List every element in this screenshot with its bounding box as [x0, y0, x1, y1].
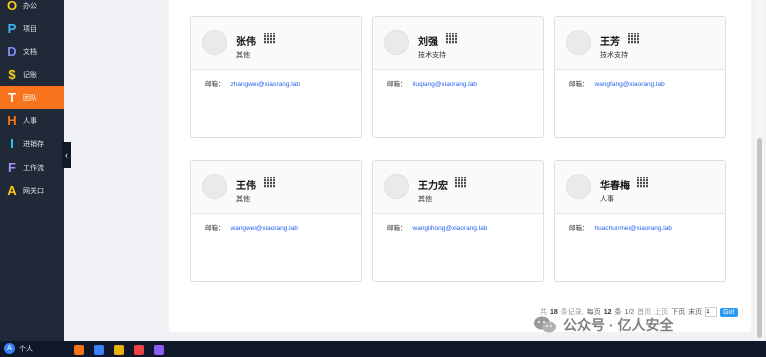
taskbar-app-icon[interactable] [134, 345, 144, 355]
contact-name: 王伟 [236, 181, 256, 192]
sidebar-item-label: 项目 [23, 25, 37, 33]
email-link[interactable]: liuqiang@xiaorang.lab [413, 81, 477, 88]
email-row: 邮箱： huachunmei@xiaorang.lab [569, 222, 672, 232]
taskbar-app-icon[interactable] [154, 345, 164, 355]
scrollbar-thumb[interactable] [757, 138, 762, 338]
sidebar-item-document[interactable]: D 文档 [0, 40, 64, 63]
user-label: 个人 [19, 345, 33, 353]
sidebar-item-project[interactable]: P 项目 [0, 17, 64, 40]
office-icon: O [6, 0, 18, 13]
contact-card[interactable]: 王力宏 其他 邮箱： wanglihong@xiaorang.lab [372, 160, 544, 282]
avatar [566, 174, 591, 199]
go-button[interactable]: Go! [720, 307, 738, 317]
contact-card[interactable]: 刘强 技术支持 邮箱： liuqiang@xiaorang.lab [372, 16, 544, 138]
workflow-icon: F [8, 160, 16, 175]
user-menu[interactable]: A 个人 [4, 343, 33, 354]
email-row: 邮箱： wanglihong@xiaorang.lab [387, 222, 487, 232]
email-label: 邮箱： [205, 225, 225, 232]
contact-card[interactable]: 华春梅 人事 邮箱： huachunmei@xiaorang.lab [554, 160, 726, 282]
contact-card[interactable]: 王芳 技术支持 邮箱： wangfang@xiaorang.lab [554, 16, 726, 138]
contact-department: 技术支持 [600, 52, 628, 59]
taskbar-app-icon[interactable] [74, 345, 84, 355]
qr-code-icon[interactable] [628, 33, 639, 44]
contact-card[interactable]: 张伟 其他 邮箱： zhangwei@xiaorang.lab [190, 16, 362, 138]
sidebar-item-label: 工作流 [23, 164, 44, 172]
email-link[interactable]: wangwei@xiaorang.lab [231, 225, 298, 232]
wechat-icon [533, 315, 557, 335]
avatar [202, 30, 227, 55]
email-link[interactable]: wangfang@xiaorang.lab [595, 81, 665, 88]
sidebar-item-accounting[interactable]: $ 记账 [0, 63, 64, 86]
hr-icon: H [7, 113, 17, 128]
email-link[interactable]: huachunmei@xiaorang.lab [595, 225, 672, 232]
watermark-text: 公众号 · 亿人安全 [563, 317, 674, 333]
email-label: 邮箱： [387, 225, 407, 232]
sidebar-item-team[interactable]: T 团队 [0, 86, 64, 109]
project-icon: P [7, 21, 17, 36]
avatar [384, 174, 409, 199]
sidebar-item-office[interactable]: O 办公 [0, 0, 64, 17]
sidebar-item-label: 办公 [23, 2, 37, 10]
document-icon: D [7, 44, 17, 59]
email-row: 邮箱： liuqiang@xiaorang.lab [387, 78, 477, 88]
sidebar-item-hr[interactable]: H 人事 [0, 109, 64, 132]
sidebar-item-inventory[interactable]: I 进销存 [0, 132, 64, 155]
email-row: 邮箱： wangfang@xiaorang.lab [569, 78, 665, 88]
gateway-icon: A [7, 183, 17, 198]
sidebar-item-label: 人事 [23, 117, 37, 125]
accounting-icon: $ [8, 67, 16, 82]
contact-department: 技术支持 [418, 52, 446, 59]
sidebar-item-label: 团队 [23, 94, 37, 102]
contact-name: 王芳 [600, 37, 620, 48]
sidebar-item-label: 文档 [23, 48, 37, 56]
taskbar-app-icon[interactable] [94, 345, 104, 355]
contact-department: 其他 [418, 196, 432, 203]
sidebar: O 办公 P 项目 D 文档 $ 记账 T 团队 H 人事 I 进销存 F 工作… [0, 0, 64, 357]
qr-code-icon[interactable] [264, 33, 275, 44]
sidebar-collapse-button[interactable]: ‹ [62, 142, 71, 168]
email-link[interactable]: zhangwei@xiaorang.lab [231, 81, 300, 88]
email-label: 邮箱： [205, 81, 225, 88]
contact-department: 人事 [600, 196, 614, 203]
contact-name: 张伟 [236, 37, 256, 48]
email-label: 邮箱： [569, 225, 589, 232]
sidebar-item-gateway[interactable]: A 网关口 [0, 179, 64, 202]
qr-code-icon[interactable] [264, 177, 275, 188]
watermark: 公众号 · 亿人安全 [533, 315, 673, 335]
sidebar-item-label: 网关口 [23, 187, 44, 195]
qr-code-icon[interactable] [446, 33, 457, 44]
contact-card[interactable]: 王伟 其他 邮箱： wangwei@xiaorang.lab [190, 160, 362, 282]
email-row: 邮箱： wangwei@xiaorang.lab [205, 222, 298, 232]
avatar [566, 30, 591, 55]
avatar [384, 30, 409, 55]
email-link[interactable]: wanglihong@xiaorang.lab [413, 225, 488, 232]
sidebar-item-label: 进销存 [23, 140, 44, 148]
taskbar-app-icon[interactable] [114, 345, 124, 355]
qr-code-icon[interactable] [455, 177, 466, 188]
contact-department: 其他 [236, 196, 250, 203]
page-number-input[interactable] [705, 307, 718, 317]
contact-name: 刘强 [418, 37, 438, 48]
inventory-icon: I [10, 136, 14, 151]
sidebar-item-workflow[interactable]: F 工作流 [0, 156, 64, 179]
sidebar-item-label: 记账 [23, 71, 37, 79]
team-icon: T [8, 90, 16, 105]
contact-name: 王力宏 [418, 181, 448, 192]
email-row: 邮箱： zhangwei@xiaorang.lab [205, 78, 300, 88]
user-avatar-icon: A [4, 343, 15, 354]
contact-name: 华春梅 [600, 181, 630, 192]
last-page-button[interactable]: 末页 [688, 307, 702, 317]
contact-department: 其他 [236, 52, 250, 59]
qr-code-icon[interactable] [637, 177, 648, 188]
avatar [202, 174, 227, 199]
email-label: 邮箱： [569, 81, 589, 88]
email-label: 邮箱： [387, 81, 407, 88]
